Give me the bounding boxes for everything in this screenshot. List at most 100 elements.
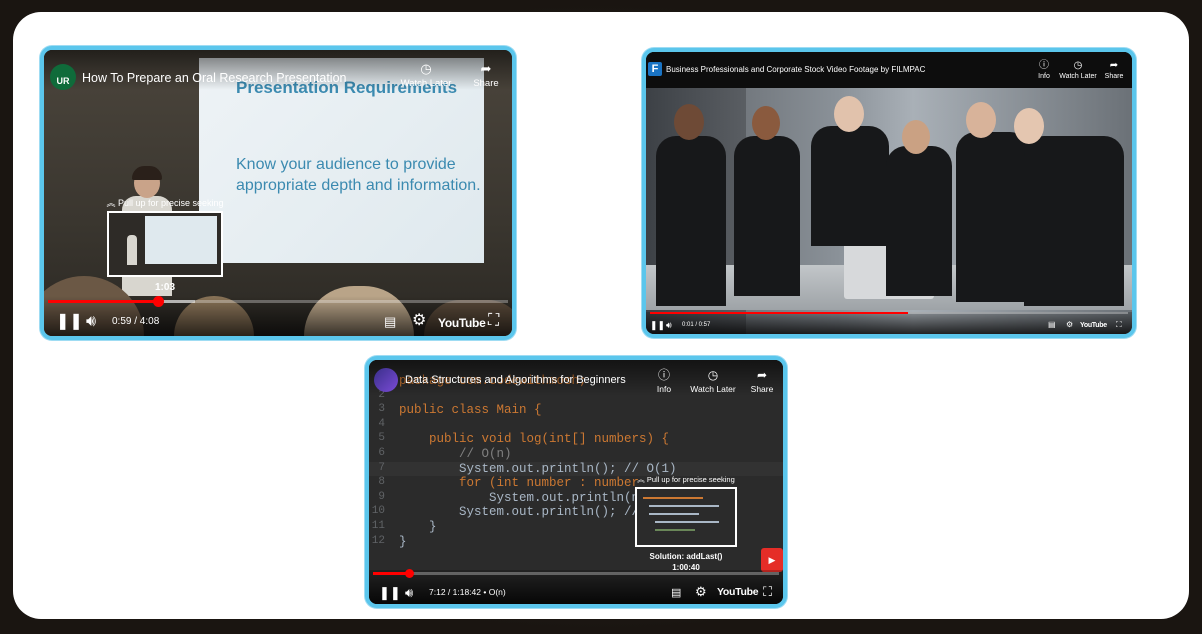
- fullscreen-button[interactable]: ⛶: [763, 583, 772, 601]
- line-number: 3: [378, 403, 385, 416]
- share-icon: ➦: [1109, 60, 1119, 71]
- line-number: 9: [378, 490, 385, 503]
- watch-later-label: Watch Later: [1059, 73, 1097, 80]
- captions-icon: ▤: [384, 314, 397, 329]
- volume-icon: 🔊︎: [405, 585, 414, 600]
- volume-button[interactable]: 🔊︎: [666, 320, 672, 330]
- captions-icon: ▤: [1048, 320, 1056, 329]
- fullscreen-icon: ⛶: [488, 312, 500, 329]
- code-text: System.out.println(n: [399, 490, 640, 505]
- channel-avatar[interactable]: [374, 368, 398, 392]
- person-face: [752, 106, 780, 140]
- line-number: 12: [371, 534, 385, 547]
- volume-button[interactable]: 🔊︎: [405, 584, 413, 602]
- video-frame[interactable]: Presentation Requirements Know your audi…: [44, 50, 512, 336]
- youtube-logo[interactable]: YouTube: [438, 316, 486, 330]
- code-line: 5 public void log(int[] numbers) {: [369, 432, 783, 447]
- line-number: 6: [378, 446, 385, 459]
- person-face: [674, 104, 704, 140]
- line-number: 11: [371, 519, 385, 532]
- seek-hint: ︽ Pull up for precise seeking: [106, 196, 224, 209]
- video-player-dsa[interactable]: 1package com.codewithmosh;23public class…: [365, 356, 787, 608]
- watch-later-label: Watch Later: [400, 78, 452, 89]
- code-line: 3 public class Main {: [369, 403, 783, 418]
- share-icon: ➦: [756, 368, 768, 382]
- gear-icon: ⚙: [412, 312, 427, 329]
- seek-preview: ︽ Pull up for precise seeking 1:03: [106, 196, 224, 293]
- code-line: 6 // O(n): [369, 447, 783, 462]
- watch-later-button[interactable]: ◷ Watch Later: [685, 368, 741, 394]
- watch-later-label: Watch Later: [690, 384, 736, 394]
- share-button[interactable]: ➦ Share: [1100, 60, 1128, 80]
- settings-button[interactable]: ⚙: [1066, 320, 1073, 330]
- pause-button[interactable]: ❚❚: [650, 320, 665, 330]
- progress-bar[interactable]: [373, 569, 779, 578]
- video-player-presentation[interactable]: Presentation Requirements Know your audi…: [40, 46, 516, 340]
- progress-bar[interactable]: [48, 296, 508, 307]
- watch-later-button[interactable]: ◷ Watch Later: [396, 61, 456, 90]
- pause-button[interactable]: ❚❚: [56, 313, 83, 331]
- volume-button[interactable]: 🔊︎: [86, 313, 96, 331]
- captions-icon: ▤: [671, 587, 682, 599]
- volume-icon: 🔊︎: [666, 320, 672, 330]
- clock-icon: ◷: [420, 61, 432, 76]
- info-icon: ⓘ: [657, 368, 670, 382]
- scrubber-handle[interactable]: [404, 569, 414, 578]
- channel-logo[interactable]: UR: [50, 64, 76, 90]
- pause-button[interactable]: ❚❚: [379, 584, 401, 602]
- time-text: 7:12 / 1:18:42: [429, 587, 481, 597]
- video-player-business[interactable]: F Business Professionals and Corporate S…: [642, 48, 1136, 338]
- share-button[interactable]: ➦ Share: [747, 368, 777, 394]
- person-figure: [1024, 136, 1124, 306]
- line-number: 7: [378, 461, 385, 474]
- info-icon: ⓘ: [1039, 60, 1049, 71]
- chapter-inline[interactable]: O(n): [489, 587, 506, 597]
- info-label: Info: [1038, 73, 1050, 80]
- pause-icon: ❚❚: [379, 585, 401, 600]
- video-frame[interactable]: [646, 76, 1132, 334]
- info-button[interactable]: ⓘ Info: [649, 368, 679, 394]
- youtube-logo[interactable]: YouTube: [717, 586, 759, 598]
- captions-button[interactable]: ▤: [1048, 320, 1056, 330]
- code-text: }: [399, 519, 437, 534]
- gear-icon: ⚙: [1066, 320, 1074, 329]
- code-text: public void log(int[] numbers) {: [399, 432, 670, 447]
- play-icon: ▶: [768, 555, 776, 565]
- played-bar: [48, 300, 159, 303]
- line-number: 8: [378, 476, 385, 489]
- fullscreen-button[interactable]: ⛶: [488, 312, 499, 330]
- captions-button[interactable]: ▤: [384, 313, 396, 331]
- person-face: [834, 96, 864, 132]
- video-title[interactable]: Business Professionals and Corporate Sto…: [666, 65, 925, 74]
- volume-icon: 🔊︎: [86, 313, 97, 330]
- code-text: }: [399, 534, 407, 549]
- person-figure: [886, 146, 952, 296]
- player-topbar: UR How To Prepare an Oral Research Prese…: [44, 50, 512, 90]
- seek-preview: ︽ Pull up for precise seeking Solution: …: [631, 474, 741, 572]
- fullscreen-button[interactable]: ⛶: [1116, 320, 1122, 330]
- scrubber-handle[interactable]: [153, 296, 165, 307]
- played-bar: [650, 312, 909, 314]
- person-figure: [956, 132, 1030, 302]
- subscribe-watermark[interactable]: ▶: [761, 548, 783, 572]
- youtube-logo[interactable]: YouTube: [1080, 322, 1107, 329]
- person-figure: [734, 136, 800, 296]
- time-display: 0:59 / 4:08: [112, 316, 160, 327]
- time-display: 0:01 / 0:57: [682, 322, 711, 328]
- chapter-title: Solution: addLast(): [649, 552, 723, 561]
- info-button[interactable]: ⓘ Info: [1032, 60, 1056, 80]
- channel-logo[interactable]: F: [648, 62, 662, 76]
- captions-button[interactable]: ▤: [671, 584, 681, 602]
- seek-hint-text: Pull up for precise seeking: [117, 198, 224, 208]
- share-icon: ➦: [480, 61, 492, 76]
- background-frame: Presentation Requirements Know your audi…: [0, 0, 1202, 634]
- progress-bar[interactable]: [650, 312, 1128, 314]
- person-face: [966, 102, 996, 138]
- video-title[interactable]: How To Prepare an Oral Research Presenta…: [82, 71, 347, 85]
- settings-button[interactable]: ⚙: [695, 583, 707, 601]
- video-title[interactable]: Data Structures and Algorithms for Begin…: [405, 374, 626, 386]
- settings-button[interactable]: ⚙: [412, 312, 426, 330]
- share-button[interactable]: ➦ Share: [466, 61, 506, 90]
- pause-icon: ❚❚: [56, 313, 83, 330]
- watch-later-button[interactable]: ◷ Watch Later: [1058, 60, 1098, 80]
